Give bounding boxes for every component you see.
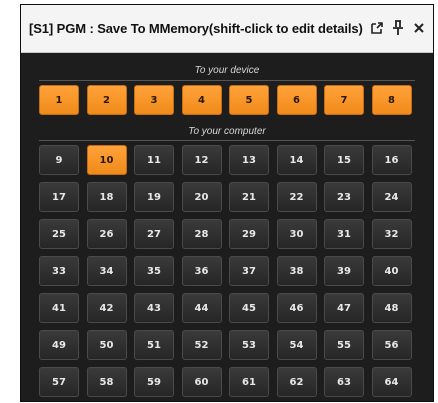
- computer-slot-grid: 9 10 11 12 13 14 15 16 17 18 19 20 21 22 23 24 25 26 27 28 2…: [39, 145, 412, 397]
- background-mark: [10, 62, 18, 76]
- close-icon[interactable]: [411, 19, 427, 37]
- memory-slot-button[interactable]: 45: [229, 293, 269, 323]
- memory-slot-button[interactable]: 20: [181, 182, 222, 212]
- memory-slot-button[interactable]: 48: [371, 293, 412, 323]
- memory-slot-button[interactable]: 53: [229, 330, 269, 360]
- memory-slot-button[interactable]: 49: [39, 330, 79, 360]
- device-section-label: To your device: [194, 65, 260, 76]
- memory-slot-button[interactable]: 19: [134, 182, 174, 212]
- pin-icon[interactable]: [390, 19, 406, 37]
- memory-slot-button[interactable]: 62: [276, 367, 317, 397]
- memory-slot-button[interactable]: 50: [86, 330, 127, 360]
- memory-slot-button[interactable]: 43: [134, 293, 174, 323]
- memory-slot-button[interactable]: 31: [324, 219, 364, 249]
- memory-slot-button[interactable]: 33: [39, 256, 79, 286]
- popout-icon[interactable]: [369, 19, 385, 37]
- memory-slot-button[interactable]: 24: [371, 182, 412, 212]
- memory-slot-button[interactable]: 17: [39, 182, 79, 212]
- memory-slot-button[interactable]: 7: [324, 85, 364, 115]
- memory-slot-button[interactable]: 26: [86, 219, 127, 249]
- memory-slot-button[interactable]: 12: [181, 145, 222, 175]
- memory-slot-button[interactable]: 29: [229, 219, 269, 249]
- memory-slot-button[interactable]: 13: [229, 145, 269, 175]
- memory-slot-button[interactable]: 63: [324, 367, 364, 397]
- computer-divider: [39, 140, 415, 141]
- memory-slot-button[interactable]: 15: [324, 145, 364, 175]
- memory-slot-button[interactable]: 41: [39, 293, 79, 323]
- memory-slot-button[interactable]: 55: [324, 330, 364, 360]
- memory-slot-button[interactable]: 64: [371, 367, 412, 397]
- memory-slot-button[interactable]: 1: [39, 85, 79, 115]
- memory-slot-button[interactable]: 42: [86, 293, 127, 323]
- memory-slot-button[interactable]: 51: [134, 330, 174, 360]
- computer-section-label: To your computer: [188, 126, 266, 137]
- title-bar: [S1] PGM : Save To MMemory(shift-click t…: [21, 5, 433, 53]
- memory-slot-button[interactable]: 6: [276, 85, 317, 115]
- memory-slot-button[interactable]: 25: [39, 219, 79, 249]
- memory-slot-button[interactable]: 57: [39, 367, 79, 397]
- memory-slot-button[interactable]: 21: [229, 182, 269, 212]
- memory-slot-button[interactable]: 37: [229, 256, 269, 286]
- memory-slot-button[interactable]: 8: [371, 85, 412, 115]
- memory-slot-button[interactable]: 27: [134, 219, 174, 249]
- memory-slot-button[interactable]: 18: [86, 182, 127, 212]
- memory-slot-button[interactable]: 60: [181, 367, 222, 397]
- title-icons: [369, 19, 427, 37]
- memory-slot-button[interactable]: 4: [181, 85, 222, 115]
- save-memory-panel: [S1] PGM : Save To MMemory(shift-click t…: [20, 4, 434, 402]
- background-left-strip: [0, 0, 20, 403]
- memory-slot-button[interactable]: 32: [371, 219, 412, 249]
- memory-slot-button[interactable]: 40: [371, 256, 412, 286]
- memory-slot-button[interactable]: 22: [276, 182, 317, 212]
- memory-slot-button[interactable]: 9: [39, 145, 79, 175]
- memory-slot-button[interactable]: 11: [134, 145, 174, 175]
- memory-slot-button[interactable]: 36: [181, 256, 222, 286]
- memory-slot-button[interactable]: 14: [276, 145, 317, 175]
- device-slot-grid: 12345678: [39, 85, 412, 115]
- memory-slot-button[interactable]: 28: [181, 219, 222, 249]
- memory-slot-button[interactable]: 34: [86, 256, 127, 286]
- memory-slot-button[interactable]: 56: [371, 330, 412, 360]
- memory-slot-button[interactable]: 5: [229, 85, 269, 115]
- memory-slot-button[interactable]: 54: [276, 330, 317, 360]
- memory-slot-button[interactable]: 52: [181, 330, 222, 360]
- memory-slot-button[interactable]: 10: [86, 145, 127, 175]
- memory-slot-button[interactable]: 16: [371, 145, 412, 175]
- memory-slot-button[interactable]: 38: [276, 256, 317, 286]
- memory-slot-button[interactable]: 47: [324, 293, 364, 323]
- memory-slot-button[interactable]: 44: [181, 293, 222, 323]
- memory-slot-button[interactable]: 46: [276, 293, 317, 323]
- memory-slot-button[interactable]: 58: [86, 367, 127, 397]
- memory-slot-button[interactable]: 59: [134, 367, 174, 397]
- memory-slot-button[interactable]: 39: [324, 256, 364, 286]
- memory-slot-button[interactable]: 35: [134, 256, 174, 286]
- memory-slot-button[interactable]: 2: [86, 85, 127, 115]
- memory-slot-button[interactable]: 3: [134, 85, 174, 115]
- memory-slot-button[interactable]: 61: [229, 367, 269, 397]
- device-divider: [39, 80, 415, 81]
- memory-slot-button[interactable]: 23: [324, 182, 364, 212]
- memory-slot-button[interactable]: 30: [276, 219, 317, 249]
- window-title: [S1] PGM : Save To MMemory(shift-click t…: [29, 21, 363, 36]
